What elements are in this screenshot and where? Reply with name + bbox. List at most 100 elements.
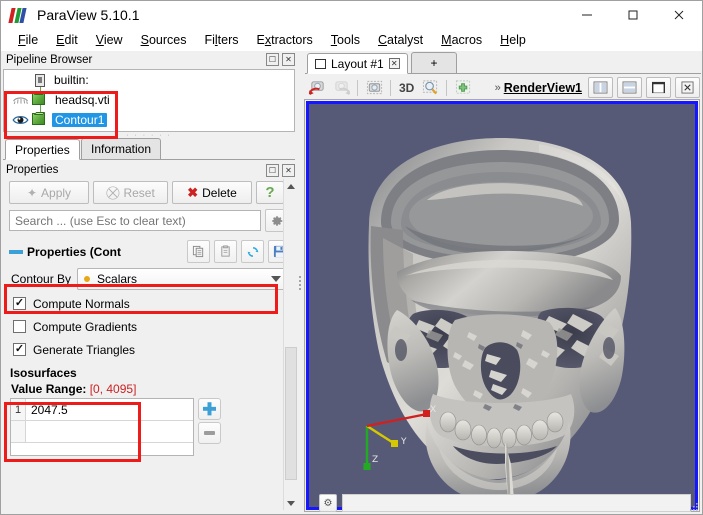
- reset-button[interactable]: ⛒ Reset: [93, 181, 168, 204]
- svg-text:Z: Z: [372, 455, 378, 465]
- pipeline-item-headsq[interactable]: headsq.vti: [4, 90, 294, 110]
- scroll-up-button[interactable]: [284, 179, 298, 193]
- maximize-view-button[interactable]: [646, 77, 671, 98]
- split-vertical-icon: [622, 81, 637, 94]
- properties-close-icon[interactable]: ✕: [282, 163, 295, 177]
- pipeline-browser-list[interactable]: builtin: headsq.vti Contour1: [3, 69, 295, 132]
- left-dock-area: Pipeline Browser ☐ ✕ builtin: headsq.vti…: [1, 51, 298, 514]
- tab-layout-1[interactable]: Layout #1 ✕: [307, 53, 408, 74]
- search-input[interactable]: [9, 210, 261, 231]
- help-icon: ?: [265, 184, 275, 201]
- split-horizontal-icon: [593, 81, 608, 94]
- compute-normals-checkbox[interactable]: ✓: [13, 297, 26, 310]
- scroll-down-button[interactable]: [284, 496, 298, 510]
- generate-triangles-checkbox[interactable]: ✓: [13, 343, 26, 356]
- properties-scrollbar[interactable]: [283, 179, 298, 510]
- isosurface-row[interactable]: 1 2047.5: [11, 399, 193, 421]
- menu-macros[interactable]: Macros: [432, 31, 491, 49]
- dataset-cube-icon: [32, 113, 47, 127]
- menu-filters[interactable]: Filters: [195, 31, 247, 49]
- server-icon: [35, 73, 45, 87]
- minimize-button[interactable]: [564, 1, 610, 29]
- active-view-name[interactable]: RenderView1: [504, 81, 582, 95]
- compute-normals-row[interactable]: ✓ Compute Normals: [4, 290, 293, 313]
- apply-label: Apply: [41, 185, 72, 200]
- help-button[interactable]: ?: [256, 181, 284, 204]
- isosurface-row[interactable]: [11, 421, 193, 443]
- contour-by-select[interactable]: Scalars_: [77, 268, 288, 290]
- add-layout-tab[interactable]: +: [411, 52, 457, 73]
- menu-file[interactable]: File: [9, 31, 47, 49]
- menu-help[interactable]: Help: [491, 31, 535, 49]
- restore-defaults-button[interactable]: [241, 240, 264, 263]
- close-layout-icon[interactable]: ✕: [388, 58, 400, 69]
- menu-view[interactable]: View: [87, 31, 132, 49]
- triangle-down-icon: [287, 500, 295, 506]
- compute-normals-label: Compute Normals: [33, 296, 130, 311]
- properties-action-buttons: ✦ Apply ⛒ Reset ✖ Delete ?: [4, 179, 293, 204]
- section-title: Properties (Cont: [27, 244, 122, 259]
- menu-bar: File Edit View Sources Filters Extractor…: [1, 29, 702, 51]
- render-view-3d[interactable]: Z Y X: [306, 101, 698, 510]
- value-range-row: Value Range: [0, 4095]: [4, 382, 293, 398]
- status-message-field: [342, 494, 691, 512]
- abort-progress-button[interactable]: ⚙: [319, 494, 337, 512]
- menu-catalyst[interactable]: Catalyst: [369, 31, 432, 49]
- redo-camera-button[interactable]: [330, 77, 352, 98]
- pipeline-item-label: builtin:: [54, 73, 89, 87]
- toolbar-overflow-icon[interactable]: »: [495, 82, 501, 94]
- contour-by-value: Scalars_: [97, 272, 144, 286]
- eye-closed-icon: [12, 96, 28, 104]
- close-view-button[interactable]: [675, 77, 700, 98]
- add-view-button[interactable]: [452, 77, 474, 98]
- pipeline-float-icon[interactable]: ☐: [266, 53, 279, 66]
- gear-icon: [271, 215, 282, 226]
- properties-float-icon[interactable]: ☐: [266, 163, 279, 177]
- split-vertical-button[interactable]: [617, 77, 642, 98]
- camera-button[interactable]: [363, 77, 385, 98]
- layout-tab-bar: Layout #1 ✕ +: [305, 52, 701, 74]
- pipeline-item-label: Contour1: [52, 113, 108, 127]
- layout-icon: [315, 58, 326, 69]
- copy-icon: [192, 245, 204, 258]
- pipeline-item-builtin[interactable]: builtin:: [4, 70, 294, 90]
- compute-gradients-checkbox[interactable]: [13, 320, 26, 333]
- zoom-select-button[interactable]: [419, 77, 441, 98]
- tab-label: Information: [91, 142, 152, 156]
- add-isosurface-button[interactable]: ✚: [198, 398, 221, 420]
- maximize-button[interactable]: [610, 1, 656, 29]
- visibility-toggle-headsq[interactable]: [8, 95, 32, 106]
- resize-grip-icon[interactable]: [689, 502, 699, 512]
- apply-button[interactable]: ✦ Apply: [9, 181, 89, 204]
- isosurface-row-value[interactable]: 2047.5: [26, 403, 68, 417]
- scrollbar-thumb[interactable]: [285, 347, 297, 480]
- point-data-icon: [84, 276, 91, 282]
- view-mode-3d-button[interactable]: 3D: [396, 81, 417, 95]
- menu-sources[interactable]: Sources: [132, 31, 196, 49]
- title-bar: ParaView 5.10.1: [1, 1, 702, 29]
- paraview-logo-icon: [8, 7, 28, 23]
- close-button[interactable]: [656, 1, 702, 29]
- copy-button[interactable]: [187, 240, 210, 263]
- paste-button[interactable]: [214, 240, 237, 263]
- visibility-toggle-contour1[interactable]: [8, 114, 32, 126]
- compute-gradients-row[interactable]: Compute Gradients: [4, 313, 293, 336]
- undo-camera-button[interactable]: [306, 77, 328, 98]
- value-range-label: Value Range:: [11, 382, 87, 396]
- split-horizontal-button[interactable]: [588, 77, 613, 98]
- isosurface-value-list[interactable]: 1 2047.5: [10, 398, 194, 456]
- tab-information[interactable]: Information: [81, 138, 162, 159]
- delete-button[interactable]: ✖ Delete: [172, 181, 252, 204]
- dataset-cube-icon: [32, 93, 47, 107]
- pipeline-close-icon[interactable]: ✕: [282, 53, 295, 66]
- add-layout-label: +: [430, 56, 438, 70]
- menu-edit[interactable]: Edit: [47, 31, 87, 49]
- remove-isosurface-button[interactable]: [198, 422, 221, 444]
- tab-properties[interactable]: Properties: [5, 139, 80, 160]
- redo-camera-icon: [334, 81, 350, 96]
- generate-triangles-row[interactable]: ✓ Generate Triangles: [4, 336, 293, 359]
- menu-extractors[interactable]: Extractors: [248, 31, 322, 49]
- menu-tools[interactable]: Tools: [322, 31, 369, 49]
- collapse-dash-icon[interactable]: [9, 249, 23, 254]
- pipeline-item-contour1[interactable]: Contour1: [4, 110, 294, 130]
